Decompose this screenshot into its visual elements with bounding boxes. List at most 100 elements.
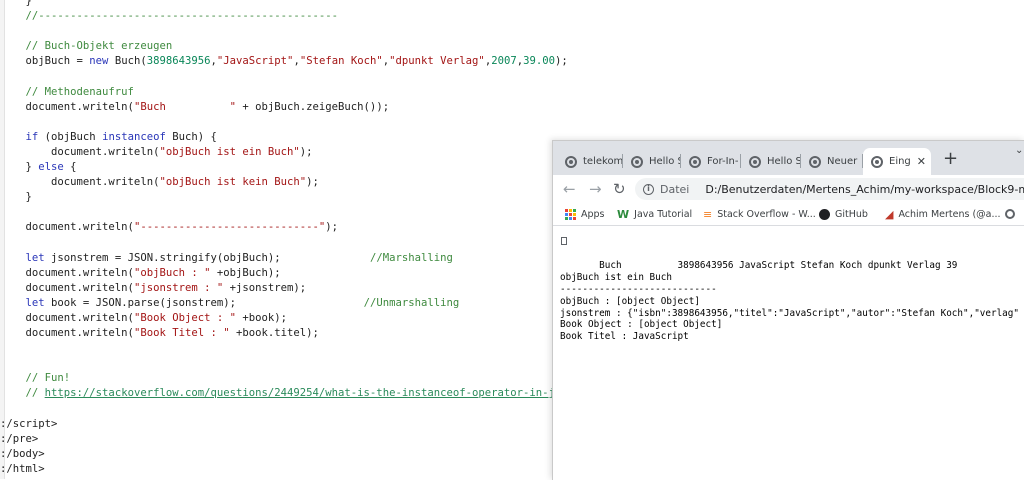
code-token: Buch( (108, 55, 147, 68)
code-line: // Buch-Objekt erzeugen (0, 39, 1024, 54)
code-token: instanceof (102, 130, 166, 143)
output-line: ---------------------------- (560, 283, 717, 295)
code-token: "----------------------------" (133, 221, 326, 234)
code-token: //Marshalling (369, 251, 453, 264)
code-token: objBuch = (0, 55, 90, 68)
bookmarks-bar: Apps W Java Tutorial ≡ Stack Overflow - … (553, 203, 1024, 226)
output-line: objBuch : [object Object] (560, 295, 700, 307)
bookmark-label: Achim Mertens (@a... (898, 208, 1001, 220)
stackoverflow-icon: ≡ (703, 207, 713, 221)
code-token: let (0, 296, 45, 309)
code-token: 2007 (491, 55, 517, 68)
apps-grid-icon (565, 208, 576, 220)
output-line: Book Object : [object Object] (560, 319, 723, 331)
code-token: "objBuch : " (133, 266, 211, 279)
code-token: document.writeln( (0, 266, 134, 279)
output-line: objBuch ist ein Buch (560, 271, 672, 283)
address-bar[interactable]: i Datei D:/Benutzerdaten/Mertens_Achim/m… (635, 178, 1024, 200)
bookmark-stack-overflow[interactable]: ≡ Stack Overflow - W... (703, 206, 816, 222)
back-button[interactable]: ← (563, 179, 576, 199)
code-line: // Methodenaufruf (0, 85, 1024, 100)
code-token: +jsonstrem); (223, 281, 307, 294)
code-token: else (38, 161, 64, 174)
bookmark-java-tutorial[interactable]: W Java Tutorial (617, 206, 692, 222)
bookmark-github[interactable]: GitHub (819, 206, 868, 222)
tab-label: telekom (583, 156, 623, 167)
code-token: "dpunkt Verlag" (389, 55, 485, 68)
bookmark-label: Java Tutorial (634, 208, 693, 220)
new-tab-button[interactable]: + (943, 149, 958, 169)
browser-tab[interactable]: For-In- (681, 148, 741, 175)
tab-label: For-In- (707, 156, 739, 167)
bookmark-twitter[interactable]: ◢ Achim Mertens (@a... (885, 206, 1001, 222)
code-token: document.writeln( (0, 281, 134, 294)
code-token: + objBuch.zeigeBuch()); (236, 100, 390, 113)
browser-tab[interactable]: Hello S (741, 148, 801, 175)
browser-window[interactable]: telekom Hello S For-In- Hello S Neuer Eing ✕ +… (552, 140, 1024, 480)
code-link[interactable]: https://stackoverflow.com/questions/2449… (45, 387, 574, 399)
code-token: document.writeln( (0, 311, 134, 324)
w3schools-icon: W (617, 207, 630, 221)
code-token: ); (555, 55, 568, 68)
browser-tab[interactable]: telekom (557, 148, 623, 175)
code-token: :/html> (0, 462, 45, 475)
code-token: "objBuch ist kein Buch" (159, 176, 307, 189)
code-token: // Methodenaufruf (0, 85, 134, 98)
code-token: } (0, 0, 32, 7)
forward-button[interactable]: → (589, 179, 602, 199)
code-token: document.writeln( (0, 327, 134, 340)
close-tab-icon[interactable]: ✕ (917, 155, 926, 168)
browser-tab[interactable]: Eing ✕ (863, 148, 931, 175)
code-line: objBuch = new Buch(3898643956,"JavaScrip… (0, 54, 1024, 69)
info-icon[interactable]: i (643, 183, 654, 195)
code-token: :/pre> (0, 432, 39, 445)
code-token: Buch) { (165, 130, 217, 143)
globe-icon (809, 155, 821, 168)
bookmark-overflow-icon[interactable] (1005, 206, 1015, 222)
reload-button[interactable]: ↻ (613, 179, 626, 199)
browser-tab[interactable]: Hello S (623, 148, 681, 175)
tab-label: Hello S (767, 156, 801, 167)
code-token: ); (306, 176, 319, 189)
globe-icon (565, 155, 577, 168)
code-token: 3898643956 (146, 55, 211, 68)
bookmark-label: GitHub (835, 208, 868, 220)
code-token: //--------------------------------------… (0, 10, 339, 23)
code-token: "jsonstrem : " (133, 281, 224, 294)
code-token: "objBuch ist ein Buch" (159, 145, 300, 158)
address-scheme-label: Datei (660, 182, 690, 196)
code-token: let (0, 251, 45, 264)
code-token: 39.00 (523, 55, 555, 68)
browser-toolbar: ← → ↻ i Datei D:/Benutzerdaten/Mertens_A… (553, 175, 1024, 203)
globe-icon (689, 155, 701, 168)
code-token: //Unmarshalling (363, 296, 460, 309)
bookmark-label: Stack Overflow - W... (717, 208, 816, 220)
code-token: document.writeln( (0, 221, 134, 234)
globe-icon (749, 155, 761, 168)
code-token: +book.titel); (229, 327, 319, 340)
code-token: :/script> (0, 417, 58, 430)
code-token: document.writeln( (0, 176, 160, 189)
code-token: "JavaScript" (216, 55, 294, 68)
output-line: jsonstrem : {"isbn":3898643956,"titel":"… (560, 307, 1019, 319)
tab-strip: telekom Hello S For-In- Hello S Neuer Eing ✕ +… (553, 141, 1024, 175)
code-token: "Book Object : " (133, 311, 236, 324)
code-token: "Stefan Koch" (299, 55, 383, 68)
bookmark-apps[interactable]: Apps (565, 206, 605, 222)
github-icon (819, 208, 830, 220)
code-token: +objBuch); (210, 266, 281, 279)
code-token: jsonstrem = JSON.stringify(objBuch); (44, 251, 370, 264)
code-token: +book); (236, 311, 288, 324)
address-url[interactable]: D:/Benutzerdaten/Mertens_Achim/my-worksp… (705, 183, 1024, 196)
chevron-down-icon[interactable]: ⌄ (1015, 145, 1023, 156)
tab-label: Neuer (827, 156, 858, 167)
code-token: document.writeln( (0, 100, 134, 113)
code-token: (objBuch (38, 130, 103, 143)
browser-tab[interactable]: Neuer (801, 148, 863, 175)
code-token: :/body> (0, 447, 45, 460)
code-line: //--------------------------------------… (0, 9, 1024, 24)
code-line: document.writeln("Buch " + objBuch.zeige… (0, 100, 1024, 115)
code-token: new (89, 55, 109, 68)
